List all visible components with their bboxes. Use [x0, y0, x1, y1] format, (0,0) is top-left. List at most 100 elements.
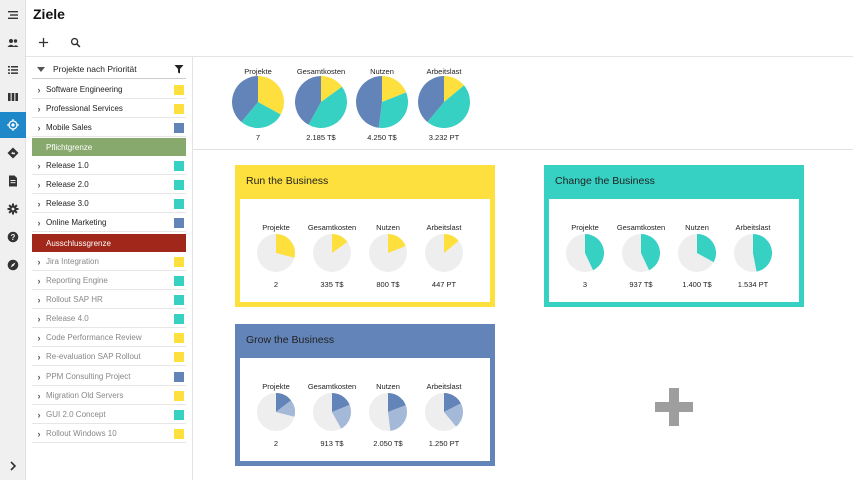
goal-metric[interactable]: Nutzen 2.050 T$ [360, 382, 416, 448]
metric-value: 2 [273, 439, 279, 448]
gear-icon[interactable] [0, 196, 26, 222]
add-icon[interactable] [35, 34, 51, 50]
summary-label: Projekte [244, 67, 272, 76]
help-icon[interactable]: ? [0, 224, 26, 250]
goal-metric[interactable]: Arbeitslast 1.534 PT [725, 223, 781, 289]
summary-pie-nutzen[interactable]: Nutzen 4.250 T$ [352, 67, 412, 142]
diamond-icon[interactable] [0, 140, 26, 166]
goal-title: Change the Business [555, 175, 655, 187]
chevron-right-icon[interactable]: › [32, 257, 46, 267]
goal-metric[interactable]: Projekte 3 [557, 223, 613, 289]
goal-metric[interactable]: Gesamtkosten 913 T$ [304, 382, 360, 448]
compass-icon[interactable] [0, 252, 26, 278]
project-row[interactable]: › Release 3.0 [32, 195, 186, 213]
chevron-right-icon[interactable]: › [32, 352, 46, 362]
search-icon[interactable] [67, 34, 83, 50]
metric-pie [566, 234, 604, 272]
goal-card-grow[interactable]: Grow the Business Projekte 2 Gesamtkosten 9… [235, 324, 495, 466]
people-icon[interactable] [0, 30, 26, 56]
filter-icon[interactable] [174, 64, 184, 76]
goal-metric[interactable]: Nutzen 800 T$ [360, 223, 416, 289]
project-row[interactable]: › PPM Consulting Project [32, 368, 186, 386]
project-row[interactable]: › Jira Integration [32, 253, 186, 271]
goal-metric[interactable]: Projekte 2 [248, 382, 304, 448]
chevron-right-icon[interactable]: › [32, 314, 46, 324]
metric-value: 913 T$ [320, 439, 344, 448]
chevron-right-icon[interactable]: › [32, 333, 46, 343]
metric-pie [257, 393, 295, 431]
goal-metric[interactable]: Gesamtkosten 937 T$ [613, 223, 669, 289]
goal-metric[interactable]: Arbeitslast 447 PT [416, 223, 472, 289]
chevron-right-icon[interactable]: › [32, 104, 46, 114]
ausschlussgrenze-band[interactable]: Ausschlussgrenze [32, 234, 186, 252]
project-row[interactable]: › GUI 2.0 Concept [32, 406, 186, 424]
priority-header-label: Projekte nach Priorität [53, 64, 137, 74]
expand-chevron-icon[interactable] [0, 453, 26, 479]
goal-metric[interactable]: Nutzen 1.400 T$ [669, 223, 725, 289]
project-color-swatch [174, 104, 184, 114]
summary-pie [355, 76, 408, 128]
summary-value: 3.232 PT [428, 133, 460, 142]
chevron-right-icon[interactable]: › [32, 199, 46, 209]
goal-card-run[interactable]: Run the Business Projekte 2 Gesamtkosten 33… [235, 165, 495, 307]
project-row[interactable]: › Release 4.0 [32, 310, 186, 328]
summary-label: Nutzen [370, 67, 394, 76]
add-goal-button[interactable] [655, 388, 693, 426]
project-name: Online Marketing [46, 218, 107, 227]
project-color-swatch [174, 429, 184, 439]
project-color-swatch [174, 218, 184, 228]
project-row[interactable]: › Software Engineering [32, 81, 186, 99]
chevron-right-icon[interactable]: › [32, 123, 46, 133]
summary-pie-arbeitslast[interactable]: Arbeitslast 3.232 PT [414, 67, 474, 142]
project-row[interactable]: › Release 1.0 [32, 157, 186, 175]
metric-value: 800 T$ [376, 280, 400, 289]
metric-label: Nutzen [376, 382, 400, 391]
plus-icon [655, 388, 693, 426]
project-color-swatch [174, 199, 184, 209]
project-row[interactable]: › Rollout SAP HR [32, 291, 186, 309]
document-icon[interactable] [0, 168, 26, 194]
metric-pie [313, 234, 351, 272]
chevron-right-icon[interactable]: › [32, 410, 46, 420]
chevron-right-icon[interactable]: › [32, 391, 46, 401]
chevron-right-icon[interactable]: › [32, 161, 46, 171]
project-name: Professional Services [46, 104, 123, 113]
chevron-right-icon[interactable]: › [32, 218, 46, 228]
project-row[interactable]: › Reporting Engine [32, 272, 186, 290]
project-name: Mobile Sales [46, 123, 92, 132]
project-sidebar: Projekte nach Priorität › Software Engine… [26, 57, 193, 480]
summary-value: 4.250 T$ [367, 133, 397, 142]
goal-metric[interactable]: Projekte 2 [248, 223, 304, 289]
priority-header[interactable]: Projekte nach Priorität [32, 60, 186, 79]
board-icon[interactable] [0, 84, 26, 110]
summary-pie-gesamtkosten[interactable]: Gesamtkosten 2.185 T$ [291, 67, 351, 142]
pflichtgrenze-band[interactable]: Pflichtgrenze [32, 138, 186, 156]
project-row[interactable]: › Online Marketing [32, 214, 186, 232]
project-color-swatch [174, 295, 184, 305]
goal-metric[interactable]: Gesamtkosten 335 T$ [304, 223, 360, 289]
project-row[interactable]: › Professional Services [32, 100, 186, 118]
chevron-right-icon[interactable]: › [32, 372, 46, 382]
project-row[interactable]: › Code Performance Review [32, 329, 186, 347]
metric-label: Arbeitslast [735, 223, 771, 232]
project-row[interactable]: › Rollout Windows 10 [32, 425, 186, 443]
chevron-right-icon[interactable]: › [32, 85, 46, 95]
chevron-right-icon[interactable]: › [32, 429, 46, 439]
project-color-swatch [174, 333, 184, 343]
project-row[interactable]: › Re-evaluation SAP Rollout [32, 348, 186, 366]
goal-metric[interactable]: Arbeitslast 1.250 PT [416, 382, 472, 448]
project-row[interactable]: › Release 2.0 [32, 176, 186, 194]
menu-icon[interactable] [0, 2, 26, 28]
chevron-right-icon[interactable]: › [32, 276, 46, 286]
target-icon[interactable] [0, 112, 26, 138]
project-row[interactable]: › Migration Old Servers [32, 387, 186, 405]
chevron-right-icon[interactable]: › [32, 180, 46, 190]
goal-card-change[interactable]: Change the Business Projekte 3 Gesamtkoste… [544, 165, 804, 307]
list-icon[interactable] [0, 57, 26, 83]
project-row[interactable]: › Mobile Sales [32, 119, 186, 137]
project-color-swatch [174, 391, 184, 401]
chevron-right-icon[interactable]: › [32, 295, 46, 305]
collapse-triangle-icon[interactable] [37, 66, 45, 72]
summary-pie-projekte[interactable]: Projekte 7 [228, 67, 288, 142]
goal-metrics: Projekte 2 Gesamtkosten 913 T$ Nutzen 2.050 T… [240, 358, 490, 461]
